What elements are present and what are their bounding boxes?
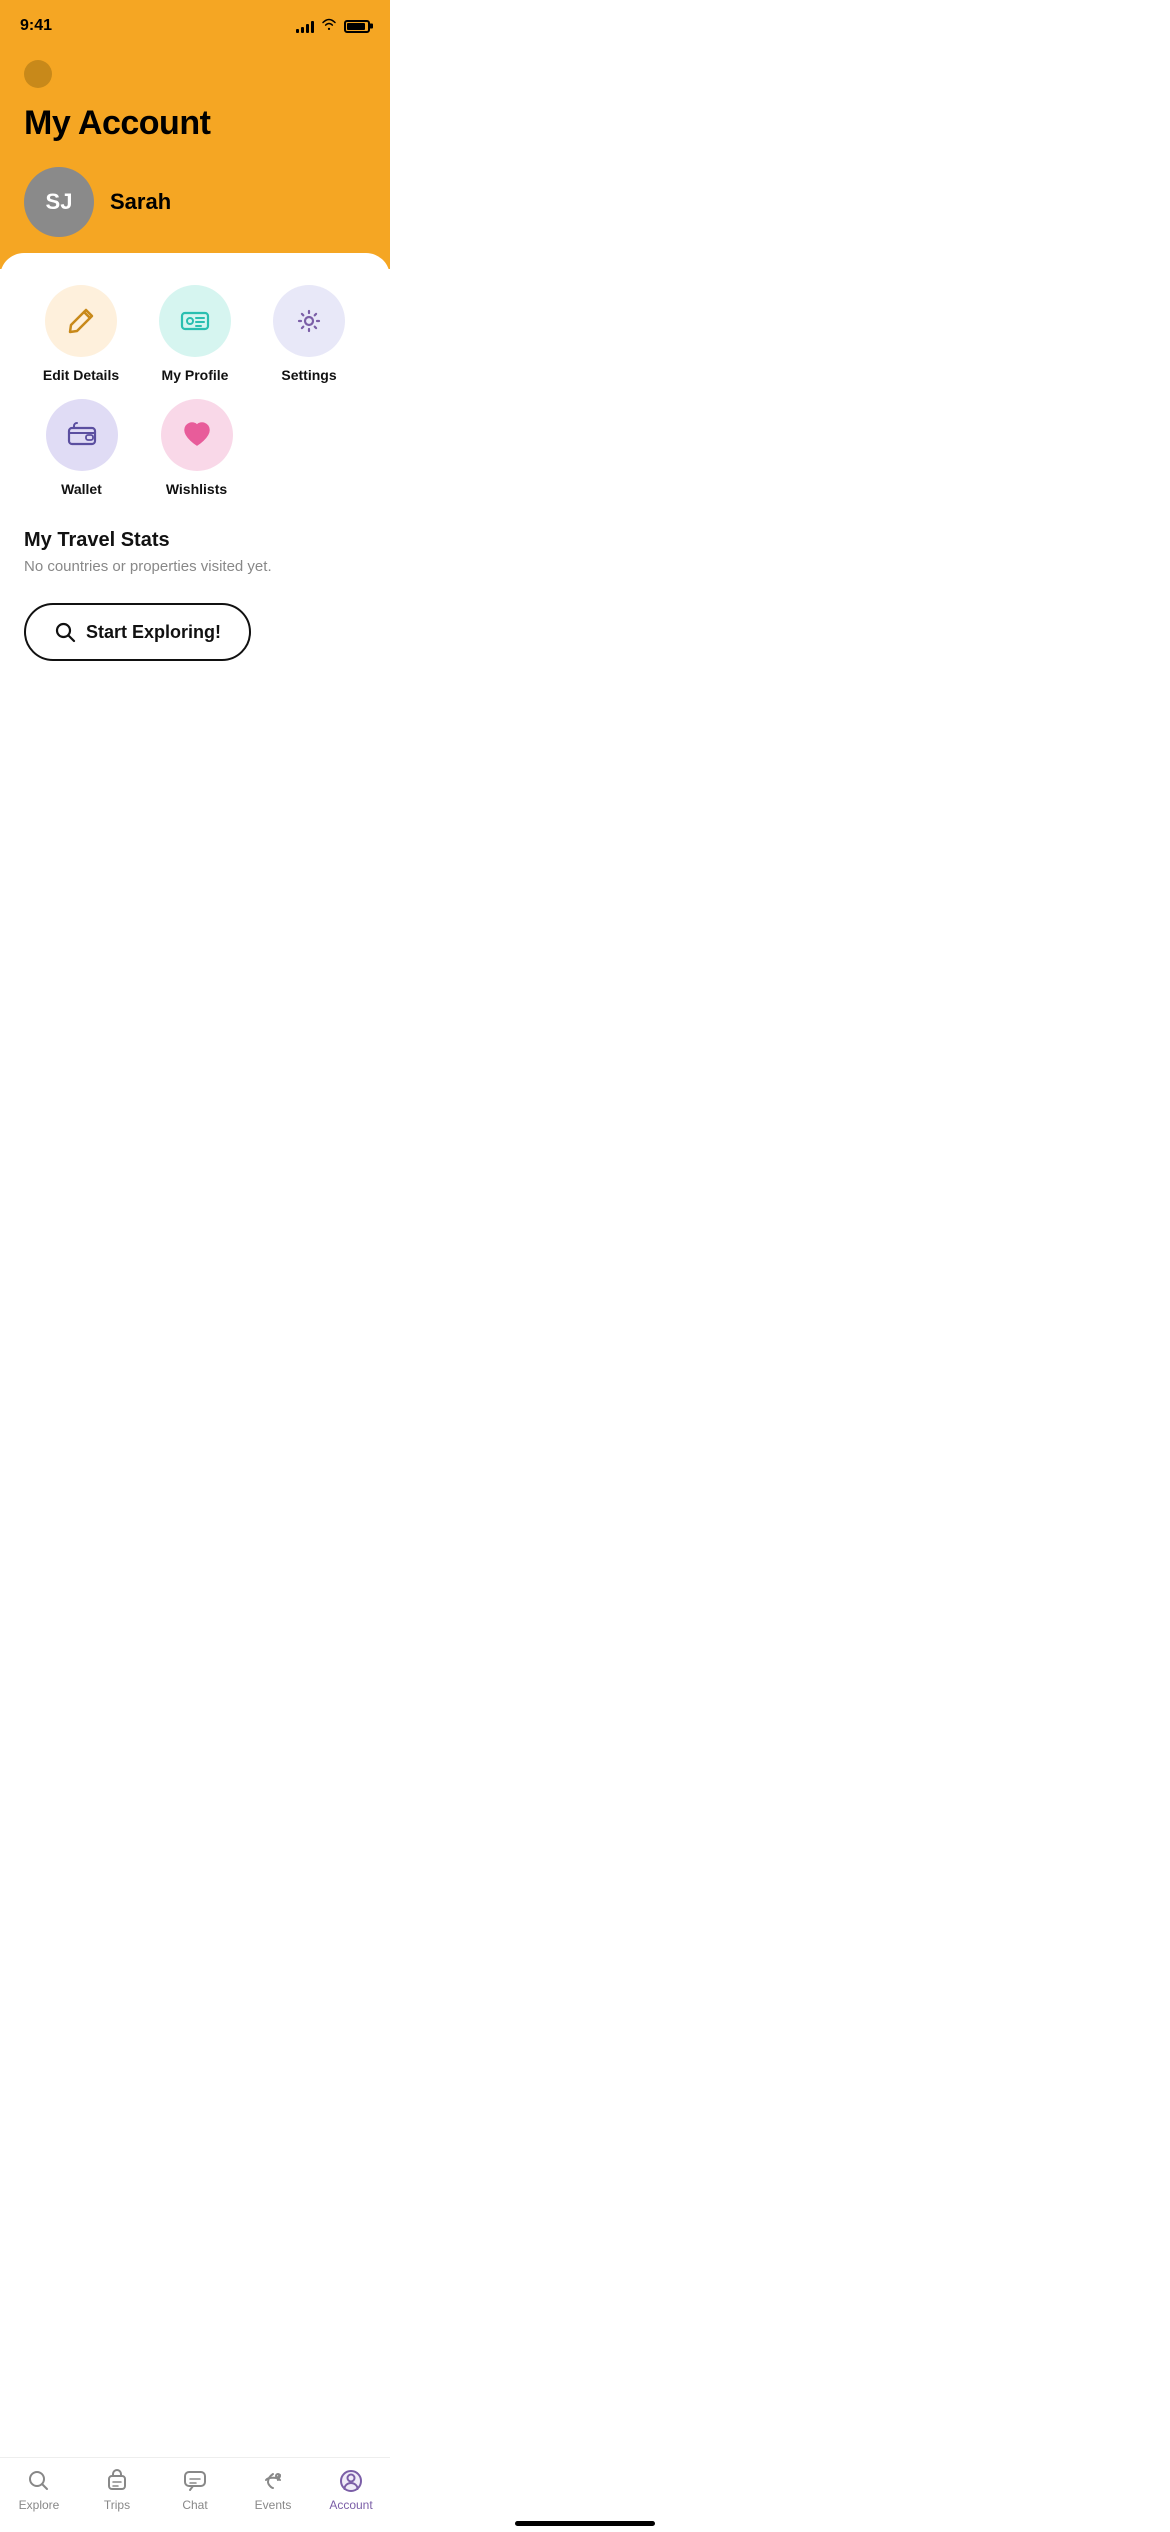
nav-explore[interactable]: Explore xyxy=(9,2468,69,2512)
gear-icon xyxy=(292,304,326,338)
events-nav-icon xyxy=(260,2468,286,2494)
chat-nav-icon xyxy=(182,2468,208,2494)
settings-icon-circle xyxy=(273,285,345,357)
status-icons xyxy=(296,17,370,36)
nav-explore-label: Explore xyxy=(19,2498,60,2512)
heart-icon xyxy=(179,417,215,453)
battery-icon xyxy=(344,20,370,33)
start-exploring-button[interactable]: Start Exploring! xyxy=(24,603,251,661)
user-name: Sarah xyxy=(110,189,171,215)
menu-row-2: Wallet Wishlists xyxy=(24,399,366,497)
main-content: Edit Details My Profile xyxy=(0,253,390,785)
my-profile-label: My Profile xyxy=(162,367,229,383)
account-nav-icon xyxy=(338,2468,364,2494)
menu-item-my-profile[interactable]: My Profile xyxy=(138,285,252,383)
travel-stats-title: My Travel Stats xyxy=(24,529,366,552)
status-bar: 9:41 xyxy=(0,0,390,48)
edit-details-icon-circle xyxy=(45,285,117,357)
trips-nav-icon xyxy=(104,2468,130,2494)
menu-item-edit-details[interactable]: Edit Details xyxy=(24,285,138,383)
edit-details-label: Edit Details xyxy=(43,367,119,383)
explore-nav-icon xyxy=(26,2468,52,2494)
wallet-label: Wallet xyxy=(61,481,102,497)
nav-account-label: Account xyxy=(329,2498,372,2512)
menu-item-settings[interactable]: Settings xyxy=(252,285,366,383)
settings-label: Settings xyxy=(281,367,336,383)
menu-row-1: Edit Details My Profile xyxy=(24,285,366,383)
header-dot xyxy=(24,60,52,88)
wishlists-label: Wishlists xyxy=(166,481,227,497)
wallet-icon xyxy=(64,417,100,453)
nav-trips-label: Trips xyxy=(104,2498,130,2512)
menu-item-wishlists[interactable]: Wishlists xyxy=(139,399,254,497)
nav-events[interactable]: Events xyxy=(243,2468,303,2512)
wifi-icon xyxy=(320,17,338,36)
start-exploring-label: Start Exploring! xyxy=(86,622,221,643)
home-indicator xyxy=(515,2521,655,2526)
my-profile-icon-circle xyxy=(159,285,231,357)
nav-trips[interactable]: Trips xyxy=(87,2468,147,2512)
menu-item-wallet[interactable]: Wallet xyxy=(24,399,139,497)
bottom-nav: Explore Trips Chat Events xyxy=(0,2457,390,2532)
nav-chat-label: Chat xyxy=(182,2498,207,2512)
travel-stats: My Travel Stats No countries or properti… xyxy=(24,529,366,575)
search-icon xyxy=(54,621,76,643)
header: My Account SJ Sarah xyxy=(0,48,390,269)
status-time: 9:41 xyxy=(20,17,52,35)
pencil-icon xyxy=(64,304,98,338)
wishlists-icon-circle xyxy=(161,399,233,471)
id-card-icon xyxy=(177,303,213,339)
nav-account[interactable]: Account xyxy=(321,2468,381,2512)
signal-icon xyxy=(296,19,314,33)
travel-stats-subtitle: No countries or properties visited yet. xyxy=(24,558,366,575)
user-row: SJ Sarah xyxy=(24,167,366,237)
nav-chat[interactable]: Chat xyxy=(165,2468,225,2512)
nav-events-label: Events xyxy=(255,2498,292,2512)
avatar[interactable]: SJ xyxy=(24,167,94,237)
wallet-icon-circle xyxy=(46,399,118,471)
page-title: My Account xyxy=(24,104,366,143)
